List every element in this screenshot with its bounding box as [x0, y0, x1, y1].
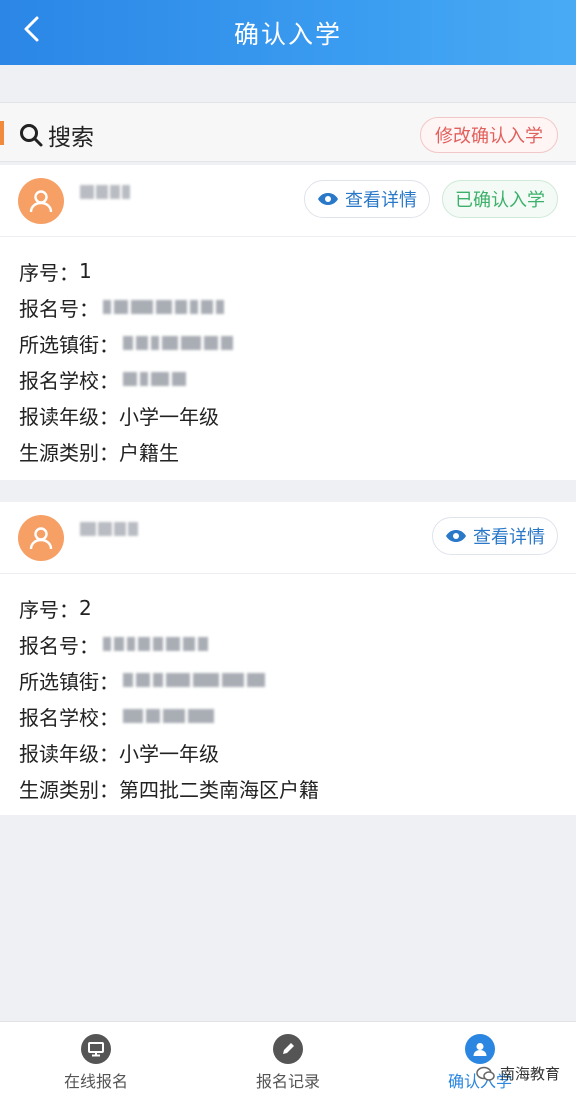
- card-header: 查看详情: [0, 502, 576, 574]
- section-accent: [0, 121, 4, 145]
- avatar: [18, 515, 64, 561]
- field-label: 报名号：: [19, 633, 99, 658]
- search-icon: [20, 124, 43, 147]
- list-item: 所选镇街：: [19, 662, 576, 698]
- redacted-value: [103, 300, 224, 314]
- redacted-value: [123, 673, 265, 687]
- field-label: 生源类别：: [19, 777, 119, 802]
- field-label: 报读年级：: [19, 404, 119, 429]
- field-label: 报名学校：: [19, 368, 119, 393]
- view-details-label: 查看详情: [473, 527, 545, 548]
- nav-registration-records[interactable]: 报名记录: [192, 1022, 384, 1101]
- field-value: 户籍生: [119, 440, 179, 465]
- search-button[interactable]: 搜索: [18, 118, 94, 152]
- eye-icon: [318, 193, 338, 205]
- redacted-value: [103, 637, 208, 651]
- field-value: 2: [79, 596, 92, 620]
- user-icon: [465, 1034, 495, 1064]
- header-bar: 确认入学: [0, 0, 576, 65]
- field-label: 所选镇街：: [19, 669, 119, 694]
- modify-confirm-button[interactable]: 修改确认入学: [420, 117, 558, 153]
- card-header: 查看详情 已确认入学: [0, 165, 576, 237]
- search-bar: 搜索 修改确认入学: [0, 102, 576, 162]
- list-item: 报读年级： 小学一年级: [19, 734, 576, 770]
- nav-label: 在线报名: [63, 1072, 128, 1091]
- view-details-button[interactable]: 查看详情: [432, 517, 558, 555]
- search-label: 搜索: [48, 125, 94, 151]
- monitor-icon: [81, 1034, 111, 1064]
- bottom-nav: 在线报名 报名记录 确认入学: [0, 1021, 576, 1101]
- field-label: 生源类别：: [19, 440, 119, 465]
- field-label: 所选镇街：: [19, 332, 119, 357]
- list-item: 所选镇街：: [19, 325, 576, 361]
- list-item: 序号： 2: [19, 590, 576, 626]
- redacted-value: [123, 336, 233, 350]
- field-label: 序号：: [19, 597, 79, 622]
- field-value: 1: [79, 259, 92, 283]
- pencil-icon: [273, 1034, 303, 1064]
- list-item: 报读年级： 小学一年级: [19, 397, 576, 433]
- redacted-value: [123, 372, 186, 386]
- student-card: 查看详情 序号： 2 报名号： 所选镇街： 报名学校： 报读年级： 小学一年级 …: [0, 502, 576, 815]
- list-item: 序号： 1: [19, 253, 576, 289]
- user-icon: [29, 527, 53, 550]
- field-label: 报名学校：: [19, 705, 119, 730]
- list-item: 报名号：: [19, 289, 576, 325]
- eye-icon: [446, 530, 466, 542]
- status-badge: 已确认入学: [442, 180, 558, 218]
- list-item: 生源类别： 第四批二类南海区户籍: [19, 770, 576, 806]
- student-card: 查看详情 已确认入学 序号： 1 报名号： 所选镇街： 报名学校： 报读年级： …: [0, 165, 576, 480]
- watermark-text: 南海教育: [499, 1065, 560, 1083]
- view-details-button[interactable]: 查看详情: [304, 180, 430, 218]
- field-label: 报名号：: [19, 296, 99, 321]
- user-icon: [29, 190, 53, 213]
- list-item: 生源类别： 户籍生: [19, 433, 576, 469]
- student-name-redacted: [80, 522, 138, 538]
- field-label: 报读年级：: [19, 741, 119, 766]
- nav-online-registration[interactable]: 在线报名: [0, 1022, 192, 1101]
- student-name-redacted: [80, 185, 130, 201]
- nav-label: 报名记录: [255, 1072, 320, 1091]
- avatar: [18, 178, 64, 224]
- nav-confirm-enrollment[interactable]: 确认入学: [384, 1022, 576, 1101]
- list-item: 报名学校：: [19, 698, 576, 734]
- back-arrow-icon[interactable]: [18, 14, 48, 44]
- page-title: 确认入学: [233, 19, 342, 49]
- info-list: 序号： 2 报名号： 所选镇街： 报名学校： 报读年级： 小学一年级 生源类别：…: [0, 574, 576, 806]
- watermark: 南海教育: [476, 1063, 560, 1084]
- info-list: 序号： 1 报名号： 所选镇街： 报名学校： 报读年级： 小学一年级 生源类别：…: [0, 237, 576, 469]
- field-value: 小学一年级: [119, 741, 219, 766]
- view-details-label: 查看详情: [345, 190, 417, 211]
- field-value: 第四批二类南海区户籍: [119, 777, 319, 802]
- list-item: 报名学校：: [19, 361, 576, 397]
- field-value: 小学一年级: [119, 404, 219, 429]
- redacted-value: [123, 709, 214, 723]
- list-item: 报名号：: [19, 626, 576, 662]
- wechat-logo-icon: [476, 1066, 495, 1081]
- field-label: 序号：: [19, 260, 79, 285]
